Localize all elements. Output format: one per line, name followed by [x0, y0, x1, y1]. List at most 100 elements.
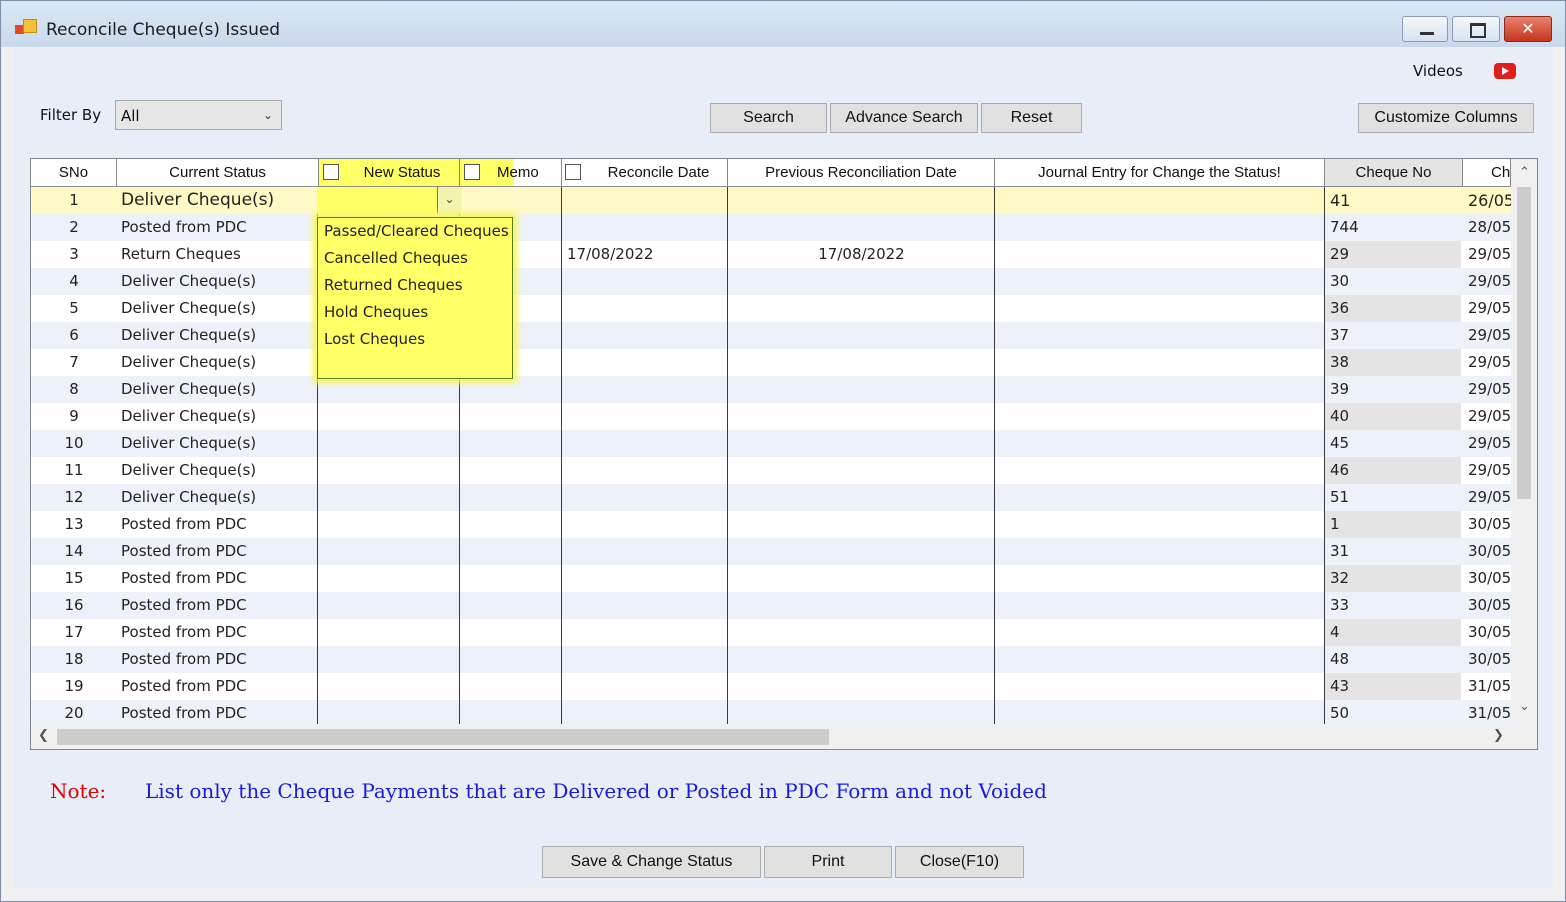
cell-sno[interactable]: 2: [31, 214, 117, 241]
new-status-select-all-checkbox[interactable]: [323, 164, 339, 180]
cell-cheque-no[interactable]: 46: [1330, 457, 1460, 484]
reconcile-date-checkbox[interactable]: [565, 164, 581, 180]
column-header-sno[interactable]: SNo: [31, 159, 117, 187]
cell-cheque-no[interactable]: 4: [1330, 619, 1460, 646]
cell-reconcile-date[interactable]: [567, 511, 727, 538]
cell-reconcile-date[interactable]: [567, 295, 727, 322]
cell-current-status[interactable]: Posted from PDC: [121, 511, 315, 538]
cell-current-status[interactable]: Posted from PDC: [121, 700, 315, 727]
cell-reconcile-date[interactable]: [567, 619, 727, 646]
cell-cheque-date[interactable]: 29/05,: [1468, 349, 1513, 376]
cheques-grid[interactable]: SNo Current Status New Status Memo Recon…: [30, 158, 1538, 750]
cell-cheque-date[interactable]: 29/05,: [1468, 403, 1513, 430]
table-row[interactable]: 13 Posted from PDC 1 30/05,: [31, 511, 1513, 538]
column-header-new-status[interactable]: New Status: [319, 159, 460, 187]
cell-cheque-no[interactable]: 39: [1330, 376, 1460, 403]
cell-previous-reconciliation-date[interactable]: [728, 700, 995, 727]
cell-reconcile-date[interactable]: [567, 484, 727, 511]
cell-reconcile-date[interactable]: 17/08/2022: [567, 241, 727, 268]
cell-sno[interactable]: 13: [31, 511, 117, 538]
cell-sno[interactable]: 6: [31, 322, 117, 349]
cell-current-status[interactable]: Deliver Cheque(s): [121, 430, 315, 457]
dropdown-option-hold[interactable]: Hold Cheques: [324, 299, 428, 326]
cell-reconcile-date[interactable]: [567, 187, 727, 214]
cell-cheque-no[interactable]: 51: [1330, 484, 1460, 511]
cell-cheque-no[interactable]: 50: [1330, 700, 1460, 727]
table-row[interactable]: 2 Posted from PDC 744 28/05,: [31, 214, 1513, 241]
scroll-left-icon[interactable]: ❮: [38, 728, 49, 743]
cell-sno[interactable]: 7: [31, 349, 117, 376]
cell-sno[interactable]: 11: [31, 457, 117, 484]
cell-reconcile-date[interactable]: [567, 592, 727, 619]
cell-cheque-date[interactable]: 28/05,: [1468, 214, 1513, 241]
cell-sno[interactable]: 3: [31, 241, 117, 268]
cell-previous-reconciliation-date[interactable]: [728, 430, 995, 457]
scroll-up-icon[interactable]: ⌃: [1519, 165, 1530, 180]
cell-current-status[interactable]: Deliver Cheque(s): [121, 457, 315, 484]
cell-previous-reconciliation-date[interactable]: [728, 403, 995, 430]
table-row[interactable]: 3 Return Cheques 17/08/2022 17/08/2022 29 29/…: [31, 241, 1513, 268]
cell-cheque-date[interactable]: 29/05,: [1468, 241, 1513, 268]
cell-current-status[interactable]: Posted from PDC: [121, 646, 315, 673]
cell-previous-reconciliation-date[interactable]: [728, 214, 995, 241]
cell-sno[interactable]: 8: [31, 376, 117, 403]
cell-previous-reconciliation-date[interactable]: [728, 349, 995, 376]
table-row[interactable]: 11 Deliver Cheque(s) 46 29/05,: [31, 457, 1513, 484]
cell-cheque-date[interactable]: 29/05,: [1468, 322, 1513, 349]
videos-link[interactable]: Videos: [1413, 62, 1463, 80]
table-row[interactable]: 12 Deliver Cheque(s) 51 29/05,: [31, 484, 1513, 511]
column-header-journal-entry[interactable]: Journal Entry for Change the Status!: [995, 159, 1325, 187]
vertical-scroll-thumb[interactable]: [1517, 187, 1531, 499]
cell-sno[interactable]: 19: [31, 673, 117, 700]
table-row[interactable]: 16 Posted from PDC 33 30/05,: [31, 592, 1513, 619]
cell-reconcile-date[interactable]: [567, 376, 727, 403]
cell-current-status[interactable]: Return Cheques: [121, 241, 315, 268]
cell-previous-reconciliation-date[interactable]: [728, 565, 995, 592]
cell-previous-reconciliation-date[interactable]: [728, 673, 995, 700]
cell-cheque-no[interactable]: 29: [1330, 241, 1460, 268]
cell-cheque-no[interactable]: 30: [1330, 268, 1460, 295]
cell-current-status[interactable]: Deliver Cheque(s): [121, 349, 315, 376]
cell-sno[interactable]: 17: [31, 619, 117, 646]
table-row[interactable]: 15 Posted from PDC 32 30/05,: [31, 565, 1513, 592]
cell-reconcile-date[interactable]: [567, 214, 727, 241]
cell-cheque-no[interactable]: 38: [1330, 349, 1460, 376]
cell-cheque-no[interactable]: 31: [1330, 538, 1460, 565]
cell-reconcile-date[interactable]: [567, 673, 727, 700]
cell-cheque-date[interactable]: 29/05,: [1468, 430, 1513, 457]
close-button[interactable]: Close(F10): [895, 846, 1024, 878]
table-row[interactable]: 1 Deliver Cheque(s) 41 26/05: [31, 187, 1513, 214]
cell-cheque-date[interactable]: 30/05,: [1468, 646, 1513, 673]
cell-current-status[interactable]: Posted from PDC: [121, 592, 315, 619]
dropdown-option-cancelled[interactable]: Cancelled Cheques: [324, 245, 468, 272]
cell-sno[interactable]: 10: [31, 430, 117, 457]
table-row[interactable]: 18 Posted from PDC 48 30/05,: [31, 646, 1513, 673]
dropdown-option-passed-cleared[interactable]: Passed/Cleared Cheques: [324, 218, 509, 245]
horizontal-scroll-thumb[interactable]: [57, 729, 829, 745]
cell-cheque-no[interactable]: 1: [1330, 511, 1460, 538]
cell-sno[interactable]: 16: [31, 592, 117, 619]
minimize-button[interactable]: [1402, 16, 1448, 42]
memo-select-all-checkbox[interactable]: [464, 164, 480, 180]
cell-cheque-no[interactable]: 48: [1330, 646, 1460, 673]
cell-reconcile-date[interactable]: [567, 457, 727, 484]
cell-cheque-date[interactable]: 29/05,: [1468, 295, 1513, 322]
cell-sno[interactable]: 5: [31, 295, 117, 322]
vertical-scrollbar[interactable]: ⌃ ⌄: [1511, 159, 1537, 725]
cell-reconcile-date[interactable]: [567, 403, 727, 430]
table-row[interactable]: 8 Deliver Cheque(s) 39 29/05,: [31, 376, 1513, 403]
cell-previous-reconciliation-date[interactable]: [728, 295, 995, 322]
save-change-status-button[interactable]: Save & Change Status: [542, 846, 761, 878]
cell-cheque-date[interactable]: 30/05,: [1468, 565, 1513, 592]
maximize-button[interactable]: [1452, 16, 1500, 42]
table-row[interactable]: 10 Deliver Cheque(s) 45 29/05,: [31, 430, 1513, 457]
advance-search-button[interactable]: Advance Search: [830, 103, 978, 133]
table-row[interactable]: 5 Deliver Cheque(s) 36 29/05,: [31, 295, 1513, 322]
cell-previous-reconciliation-date[interactable]: 17/08/2022: [728, 241, 995, 268]
cell-reconcile-date[interactable]: [567, 268, 727, 295]
cell-cheque-date[interactable]: 30/05,: [1468, 511, 1513, 538]
cell-sno[interactable]: 9: [31, 403, 117, 430]
table-row[interactable]: 17 Posted from PDC 4 30/05,: [31, 619, 1513, 646]
cell-cheque-date[interactable]: 29/05,: [1468, 376, 1513, 403]
dropdown-option-lost[interactable]: Lost Cheques: [324, 326, 425, 353]
